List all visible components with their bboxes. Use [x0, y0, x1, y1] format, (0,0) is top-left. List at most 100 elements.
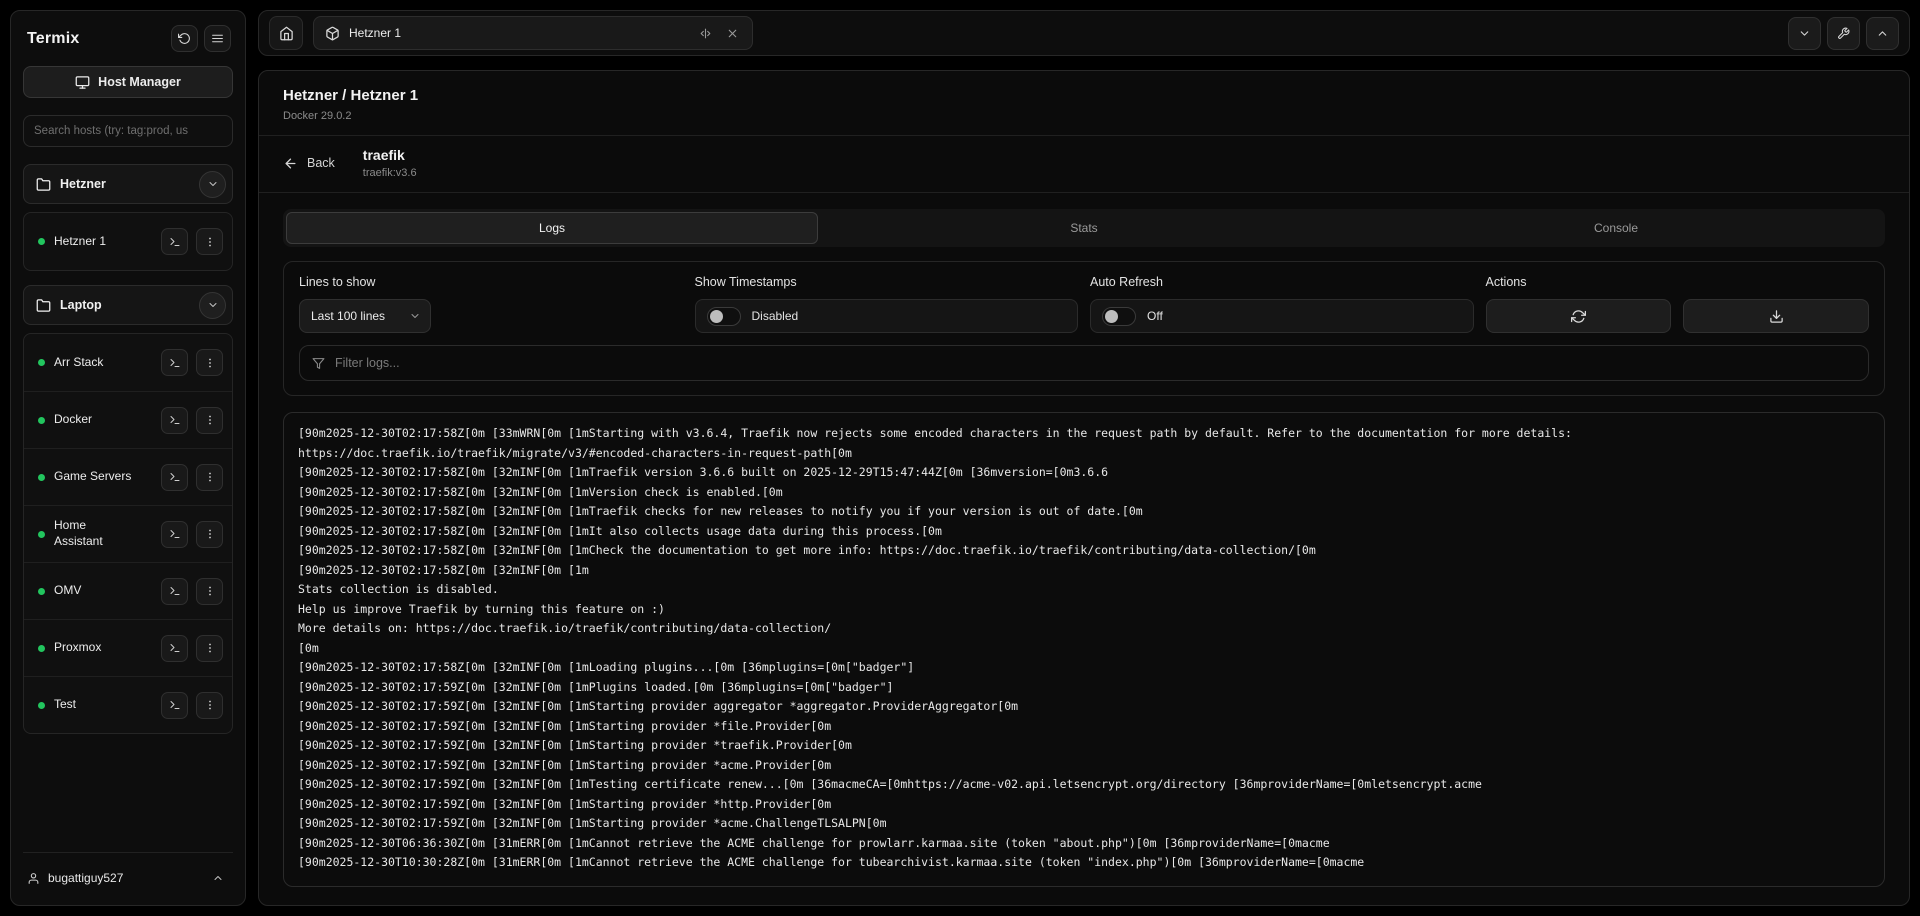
open-terminal-button[interactable]: [161, 228, 188, 255]
toggle-switch[interactable]: [707, 307, 741, 326]
open-terminal-button[interactable]: [161, 407, 188, 434]
show-timestamps-label: Show Timestamps: [695, 275, 1079, 289]
tab-logs[interactable]: Logs: [286, 212, 818, 244]
terminal-icon: [169, 585, 181, 597]
show-timestamps-toggle[interactable]: Disabled: [695, 299, 1079, 333]
lines-to-show-select[interactable]: Last 100 lines: [299, 299, 431, 333]
host-row-docker[interactable]: Docker: [24, 391, 232, 448]
tab-console[interactable]: Console: [1350, 212, 1882, 244]
tab-hetzner-1[interactable]: Hetzner 1: [313, 16, 753, 50]
docker-version: Docker 29.0.2: [283, 110, 1885, 122]
host-menu-button[interactable]: [196, 228, 223, 255]
sidebar-group-laptop[interactable]: Laptop: [23, 285, 233, 325]
chevron-down-icon: [1798, 27, 1811, 40]
open-terminal-button[interactable]: [161, 692, 188, 719]
auto-refresh-label: Auto Refresh: [1090, 275, 1474, 289]
view-tabs: Logs Stats Console: [283, 209, 1885, 247]
close-tab-button[interactable]: [724, 25, 741, 42]
open-terminal-button[interactable]: [161, 464, 188, 491]
container-title-block: traefik traefik:v3.6: [363, 147, 417, 179]
host-manager-icon: [75, 75, 90, 90]
group-label: Hetzner: [60, 177, 106, 191]
log-line: [90m2025-12-30T02:17:58Z[0m [32mINF[0m […: [298, 658, 1870, 678]
host-manager-label: Host Manager: [98, 75, 181, 89]
user-icon: [27, 872, 40, 885]
open-terminal-button[interactable]: [161, 521, 188, 548]
username: bugattiguy527: [48, 871, 123, 885]
host-label: Home Assistant: [54, 518, 132, 549]
host-menu-button[interactable]: [196, 407, 223, 434]
chevron-down-icon: [207, 299, 219, 311]
host-label: Proxmox: [54, 640, 101, 656]
log-line: [90m2025-12-30T02:17:59Z[0m [32mINF[0m […: [298, 736, 1870, 756]
host-row-proxmox[interactable]: Proxmox: [24, 619, 232, 676]
host-row-game-servers[interactable]: Game Servers: [24, 448, 232, 505]
show-timestamps-group: Show Timestamps Disabled: [695, 275, 1079, 333]
chevron-up-icon: [1876, 27, 1889, 40]
show-timestamps-state: Disabled: [752, 309, 799, 323]
download-icon: [1769, 309, 1784, 324]
host-menu-button[interactable]: [196, 349, 223, 376]
log-line: [90m2025-12-30T02:17:59Z[0m [32mINF[0m […: [298, 717, 1870, 737]
open-terminal-button[interactable]: [161, 635, 188, 662]
refresh-logs-button[interactable]: [1486, 299, 1672, 333]
tab-label: Hetzner 1: [349, 26, 401, 40]
group-collapse-button[interactable]: [199, 292, 226, 319]
hamburger-menu-icon: [211, 32, 224, 45]
menu-button[interactable]: [204, 25, 231, 52]
host-menu-button[interactable]: [196, 692, 223, 719]
terminal-icon: [169, 528, 181, 540]
log-line: [90m2025-12-30T02:17:59Z[0m [32mINF[0m […: [298, 678, 1870, 698]
wrench-icon: [1837, 27, 1850, 40]
actions-buttons: [1486, 299, 1870, 333]
host-menu-button[interactable]: [196, 521, 223, 548]
open-terminal-button[interactable]: [161, 578, 188, 605]
tab-stats[interactable]: Stats: [818, 212, 1350, 244]
back-button[interactable]: Back: [283, 156, 335, 171]
log-line: Stats collection is disabled.: [298, 580, 1870, 600]
tools-button[interactable]: [1827, 17, 1860, 50]
log-line: [90m2025-12-30T02:17:58Z[0m [32mINF[0m […: [298, 541, 1870, 561]
sidebar-group-hetzner[interactable]: Hetzner: [23, 164, 233, 204]
host-menu-button[interactable]: [196, 635, 223, 662]
open-terminal-button[interactable]: [161, 349, 188, 376]
log-line: [90m2025-12-30T02:17:59Z[0m [32mINF[0m […: [298, 795, 1870, 815]
host-row-test[interactable]: Test: [24, 676, 232, 733]
panel-expand-button[interactable]: [1866, 17, 1899, 50]
download-logs-button[interactable]: [1683, 299, 1869, 333]
container-image: traefik:v3.6: [363, 167, 417, 179]
container-name: traefik: [363, 147, 417, 163]
split-view-button[interactable]: [697, 25, 714, 42]
container-icon: [325, 26, 340, 41]
kebab-menu-icon: [204, 585, 216, 597]
folder-icon: [36, 177, 51, 192]
tab-bar: Hetzner 1: [258, 10, 1910, 56]
kebab-menu-icon: [204, 471, 216, 483]
search-input[interactable]: [23, 115, 233, 147]
sidebar: Termix Host Manager Hetzner: [10, 10, 246, 906]
log-line: [90m2025-12-30T02:17:59Z[0m [32mINF[0m […: [298, 775, 1870, 795]
panel-collapse-button[interactable]: [1788, 17, 1821, 50]
host-row-arr-stack[interactable]: Arr Stack: [24, 334, 232, 391]
log-output[interactable]: [90m2025-12-30T02:17:58Z[0m [33mWRN[0m […: [283, 412, 1885, 887]
host-menu-button[interactable]: [196, 464, 223, 491]
host-manager-button[interactable]: Host Manager: [23, 66, 233, 98]
auto-refresh-toggle[interactable]: Off: [1090, 299, 1474, 333]
breadcrumb: Hetzner / Hetzner 1: [283, 87, 1885, 104]
terminal-icon: [169, 414, 181, 426]
host-label: OMV: [54, 583, 81, 599]
host-row-hetzner-1[interactable]: Hetzner 1: [24, 213, 232, 270]
toggle-switch[interactable]: [1102, 307, 1136, 326]
log-line: [90m2025-12-30T02:17:59Z[0m [32mINF[0m […: [298, 756, 1870, 776]
refresh-hosts-button[interactable]: [171, 25, 198, 52]
host-row-home-assistant[interactable]: Home Assistant: [24, 505, 232, 562]
home-tab-button[interactable]: [269, 16, 303, 50]
user-menu-button[interactable]: [205, 865, 231, 891]
group-collapse-button[interactable]: [199, 171, 226, 198]
host-menu-button[interactable]: [196, 578, 223, 605]
kebab-menu-icon: [204, 528, 216, 540]
filter-logs-input[interactable]: [335, 356, 1856, 370]
close-icon: [726, 27, 739, 40]
host-row-omv[interactable]: OMV: [24, 562, 232, 619]
terminal-icon: [169, 642, 181, 654]
